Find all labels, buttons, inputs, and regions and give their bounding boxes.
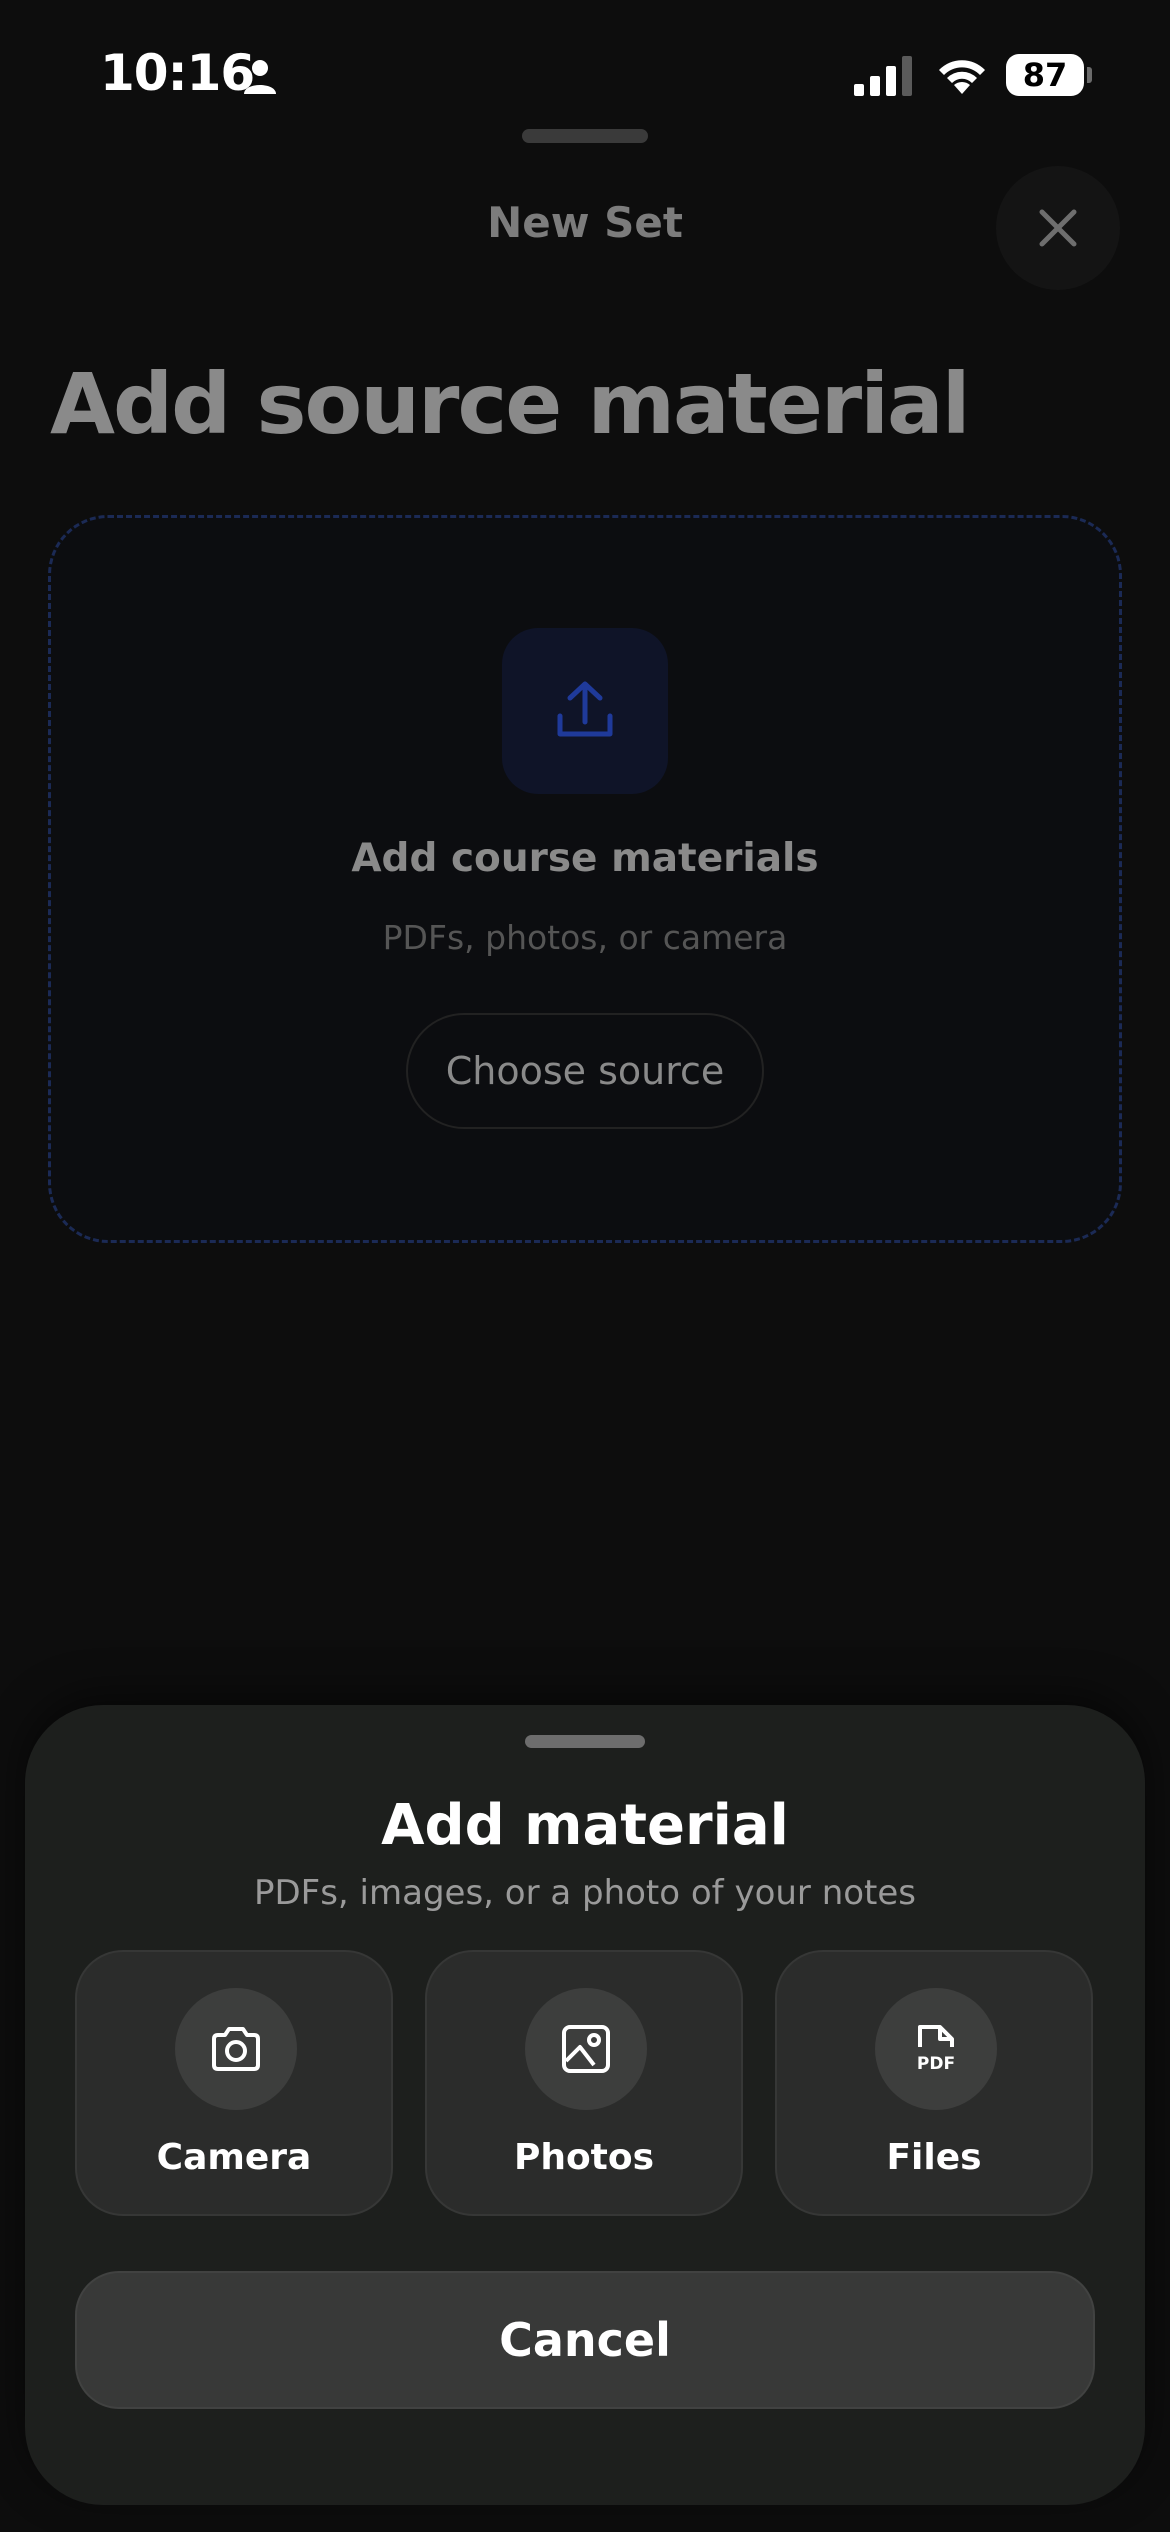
dropzone-title: Add course materials [351, 836, 819, 881]
upload-tile [502, 628, 668, 794]
camera-option-label: Camera [156, 2137, 312, 2178]
close-button[interactable] [996, 166, 1120, 290]
cancel-button[interactable]: Cancel [75, 2271, 1095, 2409]
close-icon [1039, 209, 1077, 247]
photos-option-label: Photos [513, 2137, 655, 2178]
camera-icon-circle [175, 1988, 297, 2110]
camera-option-button[interactable]: Camera [75, 1950, 393, 2216]
upload-icon [557, 681, 613, 737]
add-material-sheet: Add material PDFs, images, or a photo of… [25, 1705, 1145, 2505]
page-title: New Set [487, 198, 683, 247]
files-icon-circle: PDF [875, 1988, 997, 2110]
camera-icon [212, 2027, 260, 2071]
files-option-label: Files [886, 2137, 982, 2178]
pdf-file-icon: PDF [917, 2025, 955, 2074]
photos-icon-circle [525, 1988, 647, 2110]
page-grabber[interactable] [522, 129, 648, 143]
sheet-title: Add material [381, 1793, 789, 1858]
svg-text:PDF: PDF [917, 2054, 955, 2074]
dropzone-subtitle: PDFs, photos, or camera [382, 918, 788, 957]
sheet-subtitle: PDFs, images, or a photo of your notes [253, 1873, 917, 1913]
files-option-button[interactable]: PDF Files [775, 1950, 1093, 2216]
image-icon [562, 2025, 610, 2073]
sheet-grabber[interactable] [525, 1735, 645, 1748]
section-heading: Add source material [50, 355, 970, 453]
choose-source-button[interactable]: Choose source [406, 1013, 764, 1129]
photos-option-button[interactable]: Photos [425, 1950, 743, 2216]
screen: 10:16 87 New Set Add source material Add… [0, 0, 1170, 2532]
